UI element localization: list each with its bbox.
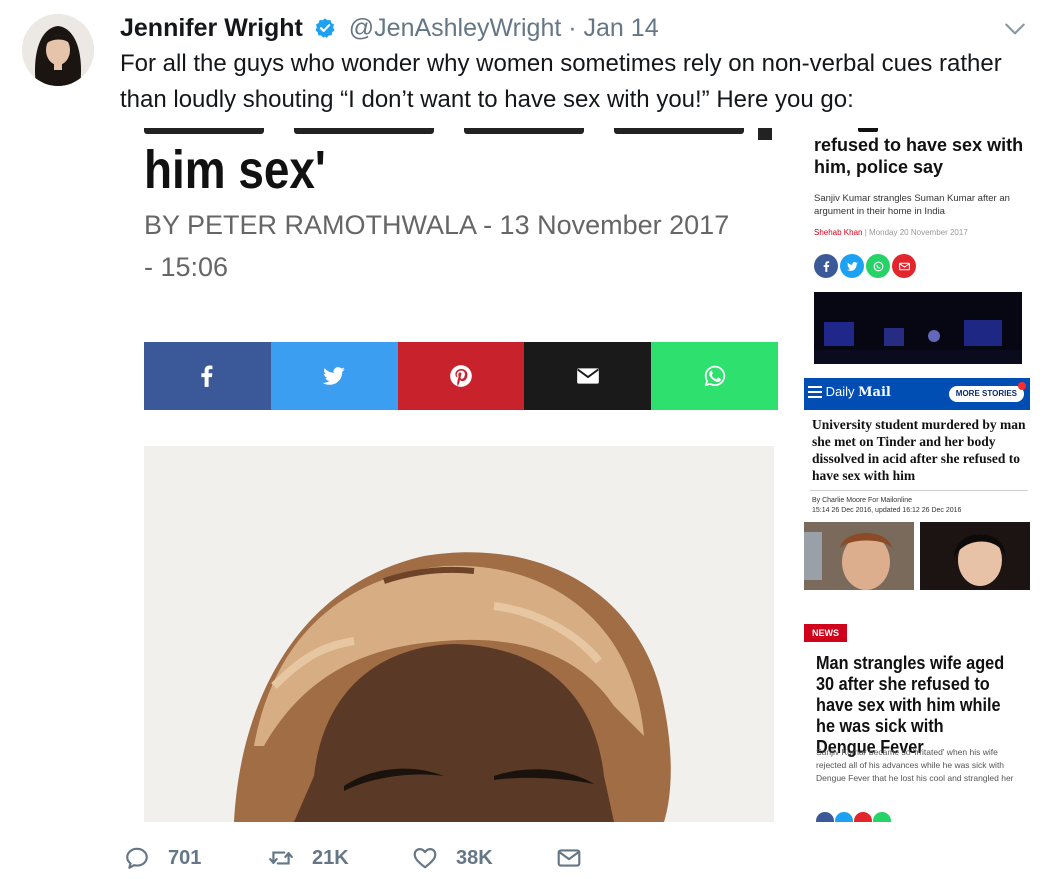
ie-date: Monday 20 November 2017 [869,228,968,237]
pinterest-share-button [397,342,525,410]
facebook-share-button [144,342,271,410]
news-twitter-button [835,812,853,822]
whatsapp-share-button [651,342,778,410]
daily-mail-timestamp: 15:14 26 Dec 2016, updated 16:12 26 Dec … [812,507,962,514]
news-facebook-button [816,812,834,822]
author-name[interactable]: Jennifer Wright [120,14,303,42]
tweet-header: Jennifer Wright @JenAshleyWright · Jan 1… [120,12,659,44]
whatsapp-icon [704,365,725,387]
envelope-icon [557,849,581,867]
author-avatar[interactable] [22,14,94,86]
news-whatsapp-button [873,812,891,822]
daily-mail-photos [804,522,1030,590]
left-share-bar [144,342,778,410]
facebook-icon [201,365,213,387]
left-article-byline: BY PETER RAMOTHWALA - 13 November 2017 -… [144,210,730,282]
daily-mail-author: By Charlie Moore For Mailonline [812,497,912,504]
tweet-media[interactable]: him sex' BY PETER RAMOTHWALA - 13 Novemb… [120,128,1036,822]
retweet-icon [269,851,293,865]
ie-night-photo [814,292,1022,364]
pinterest-icon [450,365,472,387]
daily-mail-logo-prefix: Daily [825,384,855,399]
ie-author: Shehab Khan [814,228,863,237]
ie-meta: Shehab Khan | Monday 20 November 2017 [814,228,968,237]
facebook-icon [823,260,829,272]
like-button[interactable]: 38K [412,838,493,878]
left-article-headline: him sex' [144,140,326,200]
reply-icon [126,847,148,869]
email-icon [898,262,910,270]
news-pinterest-button [854,812,872,822]
author-handle[interactable]: @JenAshleyWright [349,14,562,42]
notification-dot [1018,382,1026,390]
ie-meta-separator: | [864,228,867,237]
daily-mail-logo: Daily Mail [808,384,891,401]
menu-icon [808,386,822,401]
daily-mail-bar: Daily Mail MORE STORIES [804,378,1030,410]
direct-message-button[interactable] [556,838,600,878]
news-share-buttons [816,812,891,822]
ie-whatsapp-button [866,254,890,278]
divider [810,490,1028,491]
twitter-icon [322,367,346,385]
ie-headline: refused to have sex with him, police say [814,135,1024,177]
right-article-collage: refused to have sex with him, police say… [802,128,1036,822]
more-stories-button: MORE STORIES [948,386,1024,402]
photo-woman [920,522,1030,590]
tweet-actions: 701 21K 38K [120,838,640,878]
email-icon [576,368,599,384]
photo-man [804,522,914,590]
ie-share-buttons [814,254,916,278]
whatsapp-icon [873,261,883,271]
ie-twitter-button [840,254,864,278]
retweet-count: 21K [312,846,349,869]
verified-badge-icon [315,18,335,38]
news-summary: Sanjiv Kumar became so 'irritated' when … [816,747,1014,783]
daily-mail-headline: University student murdered by man she m… [812,417,1026,483]
email-share-button [524,342,652,410]
article-photo [144,446,774,822]
chevron-down-icon[interactable] [1002,16,1028,42]
retweet-button[interactable]: 21K [268,838,349,878]
news-badge: NEWS [804,624,847,642]
reply-count: 701 [168,846,202,869]
ie-facebook-button [814,254,838,278]
heart-icon [413,848,437,869]
tweet-text: For all the guys who wonder why women so… [120,50,1002,113]
ie-email-button [892,254,916,278]
cut-text-fragment [858,128,878,132]
header-separator: · [568,14,577,42]
daily-mail-byline: By Charlie Moore For Mailonline 15:14 26… [812,496,1032,516]
ie-summary: Sanjiv Kumar strangles Suman Kumar after… [814,193,1010,217]
left-article-screenshot: him sex' BY PETER RAMOTHWALA - 13 Novemb… [120,128,800,822]
twitter-share-button [270,342,398,410]
twitter-icon [846,261,858,271]
reply-button[interactable]: 701 [124,838,201,878]
tweet-date[interactable]: Jan 14 [584,14,659,42]
ie-headline-wrapper: refused to have sex with him, police say [814,128,1024,178]
like-count: 38K [456,846,493,869]
news-headline: Man strangles wife aged 30 after she ref… [816,652,1005,757]
daily-mail-logo-mail: Mail [858,385,891,400]
